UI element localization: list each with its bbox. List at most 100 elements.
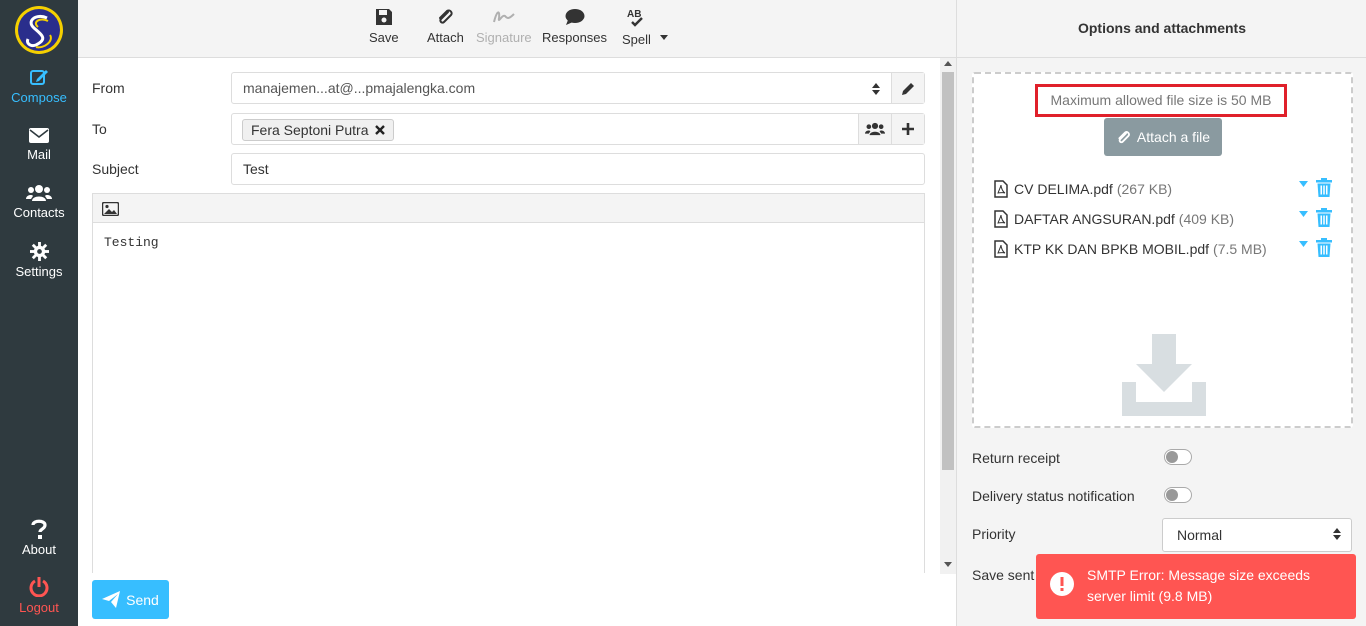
pdf-file-icon <box>994 210 1008 228</box>
nav-settings-label: Settings <box>15 264 63 279</box>
responses-button[interactable]: Responses <box>542 8 607 45</box>
send-button[interactable]: Send <box>92 580 169 619</box>
question-icon <box>31 519 47 539</box>
app-logo <box>14 5 64 55</box>
scroll-down-icon[interactable] <box>944 562 952 567</box>
smtp-error-toast[interactable]: SMTP Error: Message size exceeds server … <box>1036 554 1356 619</box>
nav-about-label: About <box>22 542 56 557</box>
attachment-size: (7.5 MB) <box>1213 241 1267 257</box>
trash-icon[interactable] <box>1316 238 1332 257</box>
select-arrows-icon <box>872 83 880 95</box>
options-divider <box>957 57 1366 58</box>
nav-settings[interactable]: Settings <box>0 242 78 279</box>
spell-label: Spell <box>622 32 651 47</box>
signature-button[interactable]: Signature <box>476 8 532 45</box>
return-receipt-label: Return receipt <box>972 450 1060 466</box>
attachment-size: (267 KB) <box>1116 181 1173 197</box>
attachment-name: CV DELIMA.pdf <box>1014 181 1113 197</box>
trash-icon[interactable] <box>1316 208 1332 227</box>
nav-mail[interactable]: Mail <box>0 127 78 162</box>
subject-value: Test <box>243 161 269 177</box>
nav-compose[interactable]: Compose <box>0 67 78 105</box>
to-field[interactable]: Fera Septoni Putra <box>231 113 925 145</box>
smtp-error-message: SMTP Error: Message size exceeds server … <box>1087 567 1311 604</box>
compose-area: Save Attach Signature Responses AB Spell… <box>78 0 956 626</box>
paperclip-icon <box>439 9 454 24</box>
save-button[interactable]: Save <box>369 8 399 45</box>
nav-compose-label: Compose <box>11 90 67 105</box>
attach-file-label: Attach a file <box>1136 129 1211 145</box>
editor-toolbar <box>93 194 924 223</box>
svg-text:AB: AB <box>627 9 641 20</box>
gear-icon <box>29 242 49 261</box>
to-label: To <box>92 121 107 137</box>
recipient-chip[interactable]: Fera Septoni Putra <box>242 119 394 141</box>
nav-logout-label: Logout <box>19 600 59 615</box>
add-header-button[interactable] <box>891 114 924 144</box>
paperclip-icon <box>1118 130 1130 143</box>
options-panel: Options and attachments Maximum allowed … <box>956 0 1366 626</box>
priority-label: Priority <box>972 526 1016 542</box>
attachment-item: DAFTAR ANGSURAN.pdf (409 KB) <box>994 208 1334 230</box>
subject-input[interactable]: Test <box>231 153 925 185</box>
exclamation-circle-icon <box>1050 572 1074 596</box>
envelope-icon <box>29 128 49 143</box>
download-tray-icon <box>1122 334 1206 416</box>
image-icon[interactable] <box>102 202 119 216</box>
chat-bubble-icon <box>565 9 585 25</box>
attachment-dropzone[interactable]: Maximum allowed file size is 50 MB Attac… <box>972 72 1353 428</box>
spell-dropdown-caret[interactable] <box>660 27 668 43</box>
caret-down-icon[interactable] <box>1299 211 1308 217</box>
users-icon <box>26 185 52 201</box>
scroll-thumb[interactable] <box>942 72 954 470</box>
attachment-name: KTP KK DAN BPKB MOBIL.pdf <box>1014 241 1210 257</box>
users-icon <box>865 122 885 136</box>
sidebar: Compose Mail Contacts Settings About Log… <box>0 0 78 626</box>
trash-icon[interactable] <box>1316 178 1332 197</box>
caret-down-icon[interactable] <box>1299 241 1308 247</box>
attachment-size: (409 KB) <box>1178 211 1235 227</box>
spellcheck-icon: AB <box>627 9 644 27</box>
save-label: Save <box>369 30 399 45</box>
address-book-button[interactable] <box>858 114 891 144</box>
delivery-status-label: Delivery status notification <box>972 488 1135 504</box>
return-receipt-toggle[interactable] <box>1164 449 1192 465</box>
nav-contacts[interactable]: Contacts <box>0 184 78 220</box>
scroll-up-icon[interactable] <box>944 61 952 66</box>
from-select[interactable]: manajemen...at@...pmajalengka.com <box>231 72 925 104</box>
message-editor[interactable]: Testing <box>92 193 925 573</box>
signature-icon <box>492 11 515 23</box>
subject-label: Subject <box>92 161 139 177</box>
attach-button[interactable]: Attach <box>427 8 464 45</box>
nav-contacts-label: Contacts <box>13 205 65 220</box>
attachment-item: CV DELIMA.pdf (267 KB) <box>994 178 1334 200</box>
remove-recipient-icon[interactable] <box>374 125 385 135</box>
select-arrows-icon <box>1333 528 1341 540</box>
message-body[interactable]: Testing <box>93 223 924 262</box>
pdf-file-icon <box>994 180 1008 198</box>
edit-identity-button[interactable] <box>891 73 924 103</box>
delivery-status-toggle[interactable] <box>1164 487 1192 503</box>
options-title: Options and attachments <box>1077 20 1247 36</box>
max-file-size-notice: Maximum allowed file size is 50 MB <box>1035 84 1287 117</box>
signature-label: Signature <box>476 30 532 45</box>
attachment-item: KTP KK DAN BPKB MOBIL.pdf (7.5 MB) <box>994 238 1334 260</box>
plus-icon <box>902 123 914 135</box>
from-label: From <box>92 80 125 96</box>
attachment-name: DAFTAR ANGSURAN.pdf <box>1014 211 1175 227</box>
spell-button[interactable]: AB Spell <box>622 8 651 47</box>
attach-file-button[interactable]: Attach a file <box>1104 118 1222 156</box>
attach-label: Attach <box>427 30 464 45</box>
save-sent-label: Save sent <box>972 567 1035 583</box>
priority-select[interactable]: Normal <box>1162 518 1352 552</box>
recipient-name: Fera Septoni Putra <box>251 122 369 138</box>
priority-value: Normal <box>1177 527 1223 543</box>
caret-down-icon[interactable] <box>1299 181 1308 187</box>
compose-scrollbar[interactable] <box>940 58 956 574</box>
power-icon <box>29 577 49 597</box>
nav-mail-label: Mail <box>27 147 51 162</box>
responses-label: Responses <box>542 30 608 45</box>
nav-about[interactable]: About <box>0 519 78 557</box>
nav-logout[interactable]: Logout <box>0 577 78 615</box>
pdf-file-icon <box>994 240 1008 258</box>
